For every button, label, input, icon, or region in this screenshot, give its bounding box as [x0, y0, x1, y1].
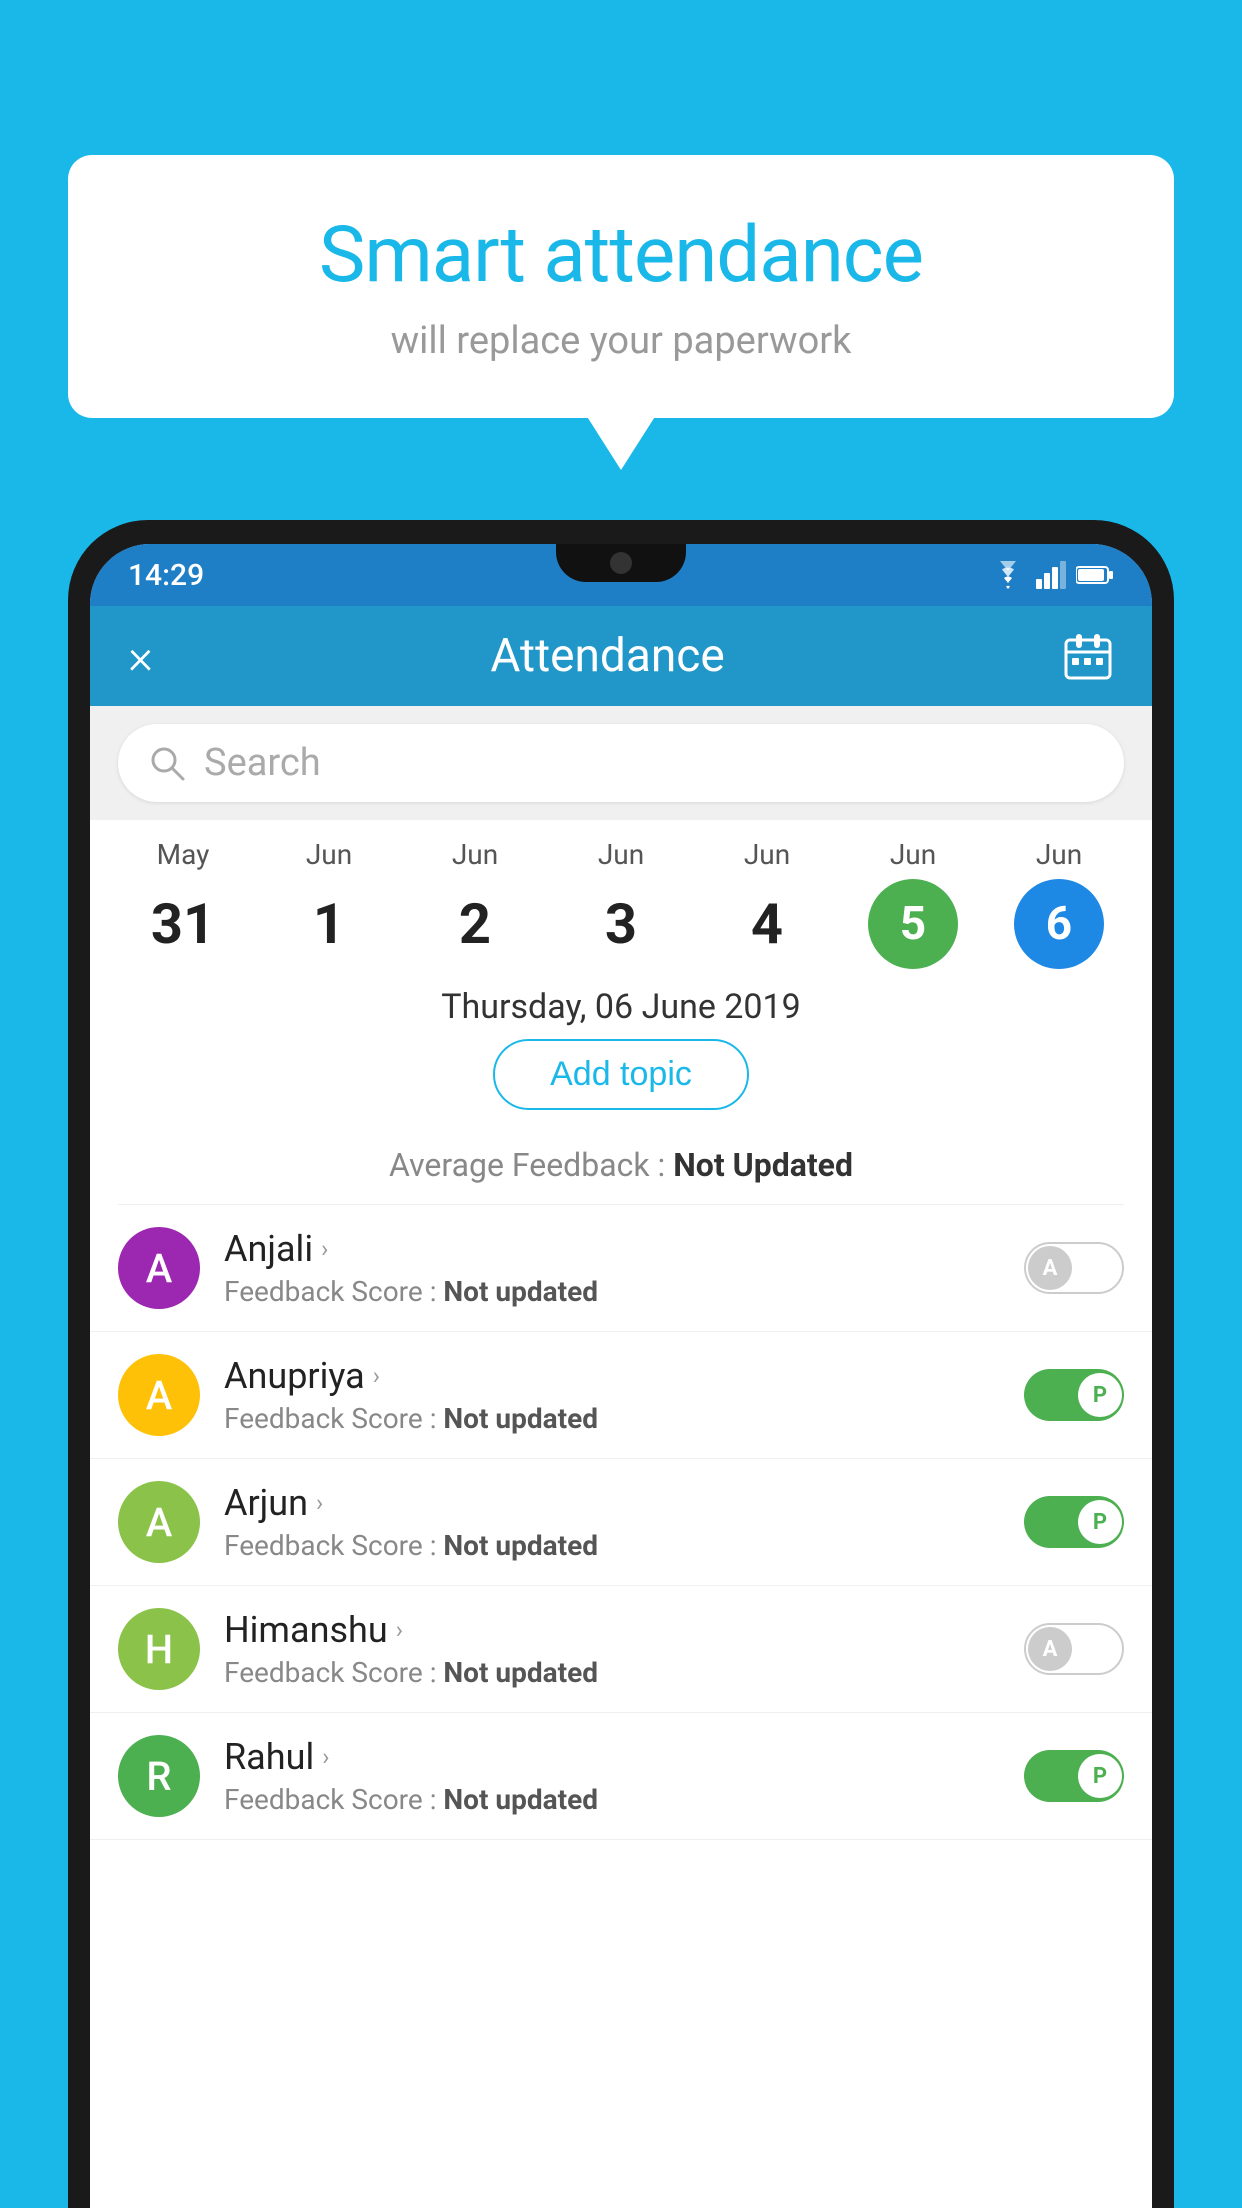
- student-feedback: Feedback Score : Not updated: [224, 1783, 1000, 1816]
- chevron-icon: ›: [322, 1743, 329, 1771]
- student-name[interactable]: Anupriya›: [224, 1355, 1000, 1397]
- battery-icon: [1076, 564, 1114, 586]
- add-topic-button[interactable]: Add topic: [493, 1039, 749, 1110]
- avg-feedback-value: Not Updated: [673, 1146, 853, 1184]
- student-item: A Anupriya› Feedback Score : Not updated P: [90, 1332, 1152, 1459]
- date-month: Jun: [306, 838, 352, 871]
- screen-content: Search May 31 Jun 1 Jun 2 Jun 3 Jun 4 Jun 5 Jun 6 Thu…: [90, 706, 1152, 2208]
- date-day: 31: [138, 879, 228, 969]
- bubble-title: Smart attendance: [128, 210, 1114, 301]
- date-item[interactable]: Jun 3: [571, 838, 671, 969]
- date-day: 1: [284, 879, 374, 969]
- date-month: Jun: [890, 838, 936, 871]
- student-info[interactable]: Rahul› Feedback Score : Not updated: [224, 1736, 1000, 1816]
- date-month: Jun: [1036, 838, 1082, 871]
- bubble-subtitle: will replace your paperwork: [128, 319, 1114, 363]
- date-day: 6: [1014, 879, 1104, 969]
- date-item[interactable]: Jun 2: [425, 838, 525, 969]
- search-bar[interactable]: Search: [118, 724, 1124, 802]
- chevron-icon: ›: [396, 1616, 403, 1644]
- date-month: Jun: [598, 838, 644, 871]
- date-day: 2: [430, 879, 520, 969]
- date-day: 3: [576, 879, 666, 969]
- avg-feedback-label: Average Feedback :: [389, 1146, 673, 1184]
- student-feedback: Feedback Score : Not updated: [224, 1402, 1000, 1435]
- date-month: Jun: [744, 838, 790, 871]
- speech-bubble: Smart attendance will replace your paper…: [68, 155, 1174, 418]
- avg-feedback: Average Feedback : Not Updated: [90, 1146, 1152, 1204]
- attendance-toggle[interactable]: P: [1024, 1750, 1124, 1802]
- notch: [556, 544, 686, 582]
- attendance-toggle[interactable]: A: [1024, 1242, 1124, 1294]
- avatar: H: [118, 1608, 200, 1690]
- app-bar: × Attendance: [90, 606, 1152, 706]
- date-item[interactable]: Jun 6: [1009, 838, 1109, 969]
- date-item[interactable]: Jun 4: [717, 838, 817, 969]
- date-item[interactable]: Jun 1: [279, 838, 379, 969]
- student-info[interactable]: Anupriya› Feedback Score : Not updated: [224, 1355, 1000, 1435]
- date-day: 4: [722, 879, 812, 969]
- student-name[interactable]: Rahul›: [224, 1736, 1000, 1778]
- student-name[interactable]: Anjali›: [224, 1228, 1000, 1270]
- avatar: R: [118, 1735, 200, 1817]
- date-day: 5: [868, 879, 958, 969]
- date-month: Jun: [452, 838, 498, 871]
- status-time: 14:29: [128, 558, 204, 593]
- chevron-icon: ›: [373, 1362, 380, 1390]
- status-icons: [990, 561, 1114, 589]
- status-bar: 14:29: [90, 544, 1152, 606]
- student-name[interactable]: Himanshu›: [224, 1609, 1000, 1651]
- date-month: May: [157, 838, 210, 871]
- student-item: A Anjali› Feedback Score : Not updated A: [90, 1205, 1152, 1332]
- selected-date: Thursday, 06 June 2019: [90, 969, 1152, 1039]
- avatar: A: [118, 1481, 200, 1563]
- student-info[interactable]: Anjali› Feedback Score : Not updated: [224, 1228, 1000, 1308]
- student-info[interactable]: Himanshu› Feedback Score : Not updated: [224, 1609, 1000, 1689]
- student-list: AAnjali›Feedback Score : Not updatedAAAn…: [90, 1205, 1152, 1840]
- student-feedback: Feedback Score : Not updated: [224, 1529, 1000, 1562]
- signal-icon: [1036, 561, 1066, 589]
- student-feedback: Feedback Score : Not updated: [224, 1275, 1000, 1308]
- calendar-icon[interactable]: [1062, 630, 1114, 682]
- chevron-icon: ›: [321, 1235, 328, 1263]
- app-bar-title: Attendance: [490, 629, 724, 683]
- attendance-toggle[interactable]: P: [1024, 1496, 1124, 1548]
- camera: [610, 552, 632, 574]
- student-info[interactable]: Arjun› Feedback Score : Not updated: [224, 1482, 1000, 1562]
- date-item[interactable]: Jun 5: [863, 838, 963, 969]
- attendance-toggle[interactable]: P: [1024, 1369, 1124, 1421]
- close-button[interactable]: ×: [128, 628, 153, 685]
- student-item: R Rahul› Feedback Score : Not updated P: [90, 1713, 1152, 1840]
- student-name[interactable]: Arjun›: [224, 1482, 1000, 1524]
- chevron-icon: ›: [316, 1489, 323, 1517]
- avatar: A: [118, 1227, 200, 1309]
- search-icon: [148, 744, 186, 782]
- phone-frame: 14:29: [68, 520, 1174, 2208]
- student-feedback: Feedback Score : Not updated: [224, 1656, 1000, 1689]
- avatar: A: [118, 1354, 200, 1436]
- search-placeholder: Search: [204, 741, 321, 785]
- attendance-toggle[interactable]: A: [1024, 1623, 1124, 1675]
- student-item: H Himanshu› Feedback Score : Not updated A: [90, 1586, 1152, 1713]
- search-bar-container: Search: [90, 706, 1152, 820]
- student-item: A Arjun› Feedback Score : Not updated P: [90, 1459, 1152, 1586]
- wifi-icon: [990, 561, 1026, 589]
- date-strip: May 31 Jun 1 Jun 2 Jun 3 Jun 4 Jun 5 Jun 6: [90, 820, 1152, 969]
- date-item[interactable]: May 31: [133, 838, 233, 969]
